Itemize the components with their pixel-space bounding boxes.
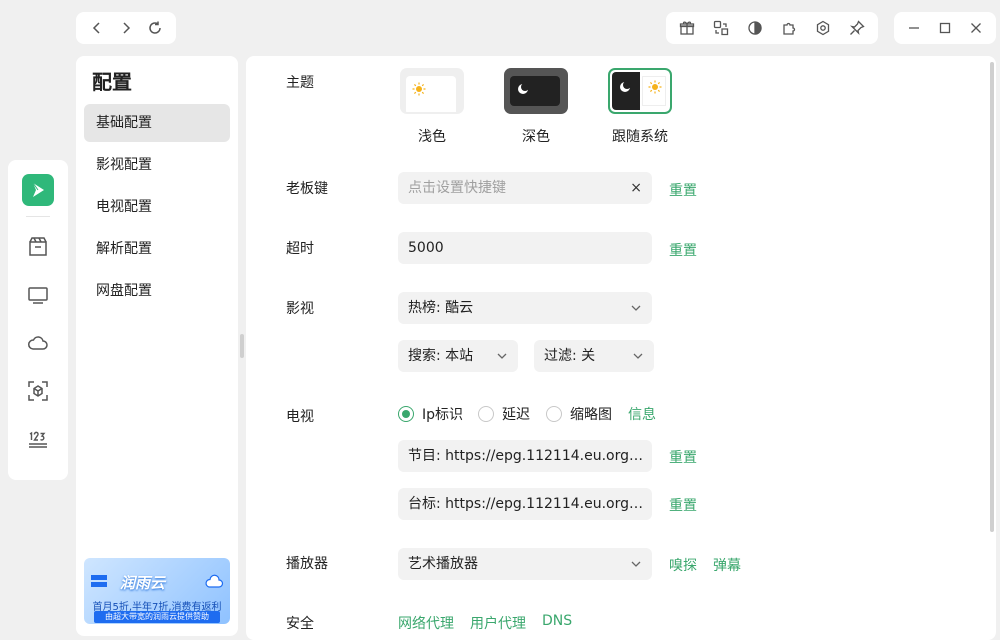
puzzle-icon[interactable] — [777, 16, 801, 40]
player-value: 艺术播放器 — [408, 556, 478, 572]
user-agent-link[interactable]: 用户代理 — [470, 613, 526, 633]
boss-key-placeholder: 点击设置快捷键 — [408, 180, 506, 196]
radio-dot — [546, 406, 562, 422]
navigation-bar — [76, 12, 176, 44]
moon-icon — [620, 81, 631, 92]
toolbar — [666, 12, 878, 44]
sidebar-item-tv[interactable]: 电视配置 — [84, 188, 230, 226]
resize-handle[interactable] — [240, 334, 244, 358]
sniff-link[interactable]: 嗅探 — [669, 555, 697, 575]
theme-dark-label: 深色 — [522, 129, 550, 145]
app-rail — [8, 160, 68, 480]
pin-icon[interactable] — [845, 16, 869, 40]
window-controls — [894, 12, 996, 44]
theme-system-label: 跟随系统 — [612, 129, 668, 145]
chevron-down-icon — [631, 305, 641, 311]
thumbnail-radio[interactable]: 缩略图 — [546, 404, 612, 424]
refresh-icon[interactable] — [143, 16, 167, 40]
epg-input[interactable]: 节目: https://epg.112114.eu.org/?c... — [398, 440, 652, 472]
server-icon — [91, 575, 107, 587]
sponsor-tagline: 由超大带宽的润雨云提供赞助 — [94, 611, 220, 623]
ip-tag-radio[interactable]: Ip标识 — [398, 404, 463, 424]
chevron-down-icon — [633, 353, 643, 359]
radio-dot — [478, 406, 494, 422]
channel-logo-input[interactable]: 台标: https://epg.112114.eu.org/lo... — [398, 488, 652, 520]
gift-icon[interactable] — [675, 16, 699, 40]
back-icon[interactable] — [85, 16, 109, 40]
sun-icon — [412, 82, 426, 96]
forward-icon[interactable] — [114, 16, 138, 40]
danmaku-link[interactable]: 弹幕 — [713, 555, 741, 575]
light-theme-preview — [400, 68, 464, 114]
translate-icon[interactable] — [709, 16, 733, 40]
channel-logo-reset-button[interactable]: 重置 — [669, 495, 697, 515]
radio-dot — [398, 406, 414, 422]
minimize-icon[interactable] — [902, 16, 926, 40]
thumbnail-label: 缩略图 — [570, 407, 612, 423]
tv-label: 电视 — [286, 409, 314, 425]
contrast-icon[interactable] — [743, 16, 767, 40]
hot-list-value: 热榜: 酷云 — [408, 300, 474, 316]
sponsor-brand: 润雨云 — [120, 574, 166, 592]
dns-link[interactable]: DNS — [542, 613, 572, 629]
settings-hex-icon[interactable] — [811, 16, 835, 40]
chevron-down-icon — [631, 561, 641, 567]
sun-icon — [648, 80, 662, 94]
security-label: 安全 — [286, 616, 314, 632]
cloud-icon[interactable] — [20, 325, 56, 361]
dark-theme-preview — [504, 68, 568, 114]
search-value: 搜索: 本站 — [408, 348, 474, 364]
player-label: 播放器 — [286, 556, 328, 572]
sidebar-item-film[interactable]: 影视配置 — [84, 146, 230, 184]
timeout-input[interactable]: 5000 — [398, 232, 652, 264]
chevron-down-icon — [497, 353, 507, 359]
scrollbar[interactable] — [990, 62, 994, 532]
boss-key-input[interactable]: 点击设置快捷键 × — [398, 172, 652, 204]
film-label: 影视 — [286, 301, 314, 317]
boss-key-reset-button[interactable]: 重置 — [669, 180, 697, 200]
theme-option-light[interactable]: 浅色 — [400, 68, 464, 146]
system-theme-preview — [608, 68, 672, 114]
theme-option-system[interactable]: 跟随系统 — [608, 68, 672, 146]
sidebar-item-parse[interactable]: 解析配置 — [84, 230, 230, 268]
rail-divider — [26, 216, 50, 217]
tv-icon[interactable] — [20, 277, 56, 313]
sidebar-item-basic[interactable]: 基础配置 — [84, 104, 230, 142]
filter-value: 过滤: 关 — [544, 348, 596, 364]
ip-tag-label: Ip标识 — [422, 407, 464, 423]
sidebar-title: 配置 — [92, 70, 132, 94]
film-icon[interactable] — [20, 229, 56, 265]
timeout-label: 超时 — [286, 241, 314, 257]
boss-key-label: 老板键 — [286, 181, 328, 197]
app-logo-icon[interactable] — [22, 174, 54, 206]
clear-icon[interactable]: × — [630, 172, 642, 204]
sidebar-item-netdisk[interactable]: 网盘配置 — [84, 272, 230, 310]
theme-option-dark[interactable]: 深色 — [504, 68, 568, 146]
player-select[interactable]: 艺术播放器 — [398, 548, 652, 580]
network-proxy-link[interactable]: 网络代理 — [398, 613, 454, 633]
latency-radio[interactable]: 延迟 — [478, 404, 530, 424]
theme-light-label: 浅色 — [418, 129, 446, 145]
tv-info-link[interactable]: 信息 — [628, 404, 656, 424]
hot-list-select[interactable]: 热榜: 酷云 — [398, 292, 652, 324]
maximize-icon[interactable] — [933, 16, 957, 40]
theme-label: 主题 — [286, 75, 314, 91]
sponsor-banner[interactable]: 润雨云 首月5折,半年7折,消费有返利 由超大带宽的润雨云提供赞助 — [84, 558, 230, 624]
epg-reset-button[interactable]: 重置 — [669, 447, 697, 467]
scan-box-icon[interactable] — [20, 373, 56, 409]
close-icon[interactable] — [964, 16, 988, 40]
number-123-icon[interactable] — [20, 421, 56, 457]
filter-select[interactable]: 过滤: 关 — [534, 340, 654, 372]
settings-panel: 主题 浅色 深色 跟随系统 老板键 点击设置快捷键 × 重置 超时 5000 重… — [246, 56, 996, 640]
moon-icon — [518, 83, 529, 94]
timeout-reset-button[interactable]: 重置 — [669, 240, 697, 260]
search-select[interactable]: 搜索: 本站 — [398, 340, 518, 372]
config-sidebar: 配置 基础配置 影视配置 电视配置 解析配置 网盘配置 润雨云 首月5折,半年7… — [76, 56, 238, 636]
latency-label: 延迟 — [502, 407, 530, 423]
cloud-logo-icon — [205, 574, 224, 588]
